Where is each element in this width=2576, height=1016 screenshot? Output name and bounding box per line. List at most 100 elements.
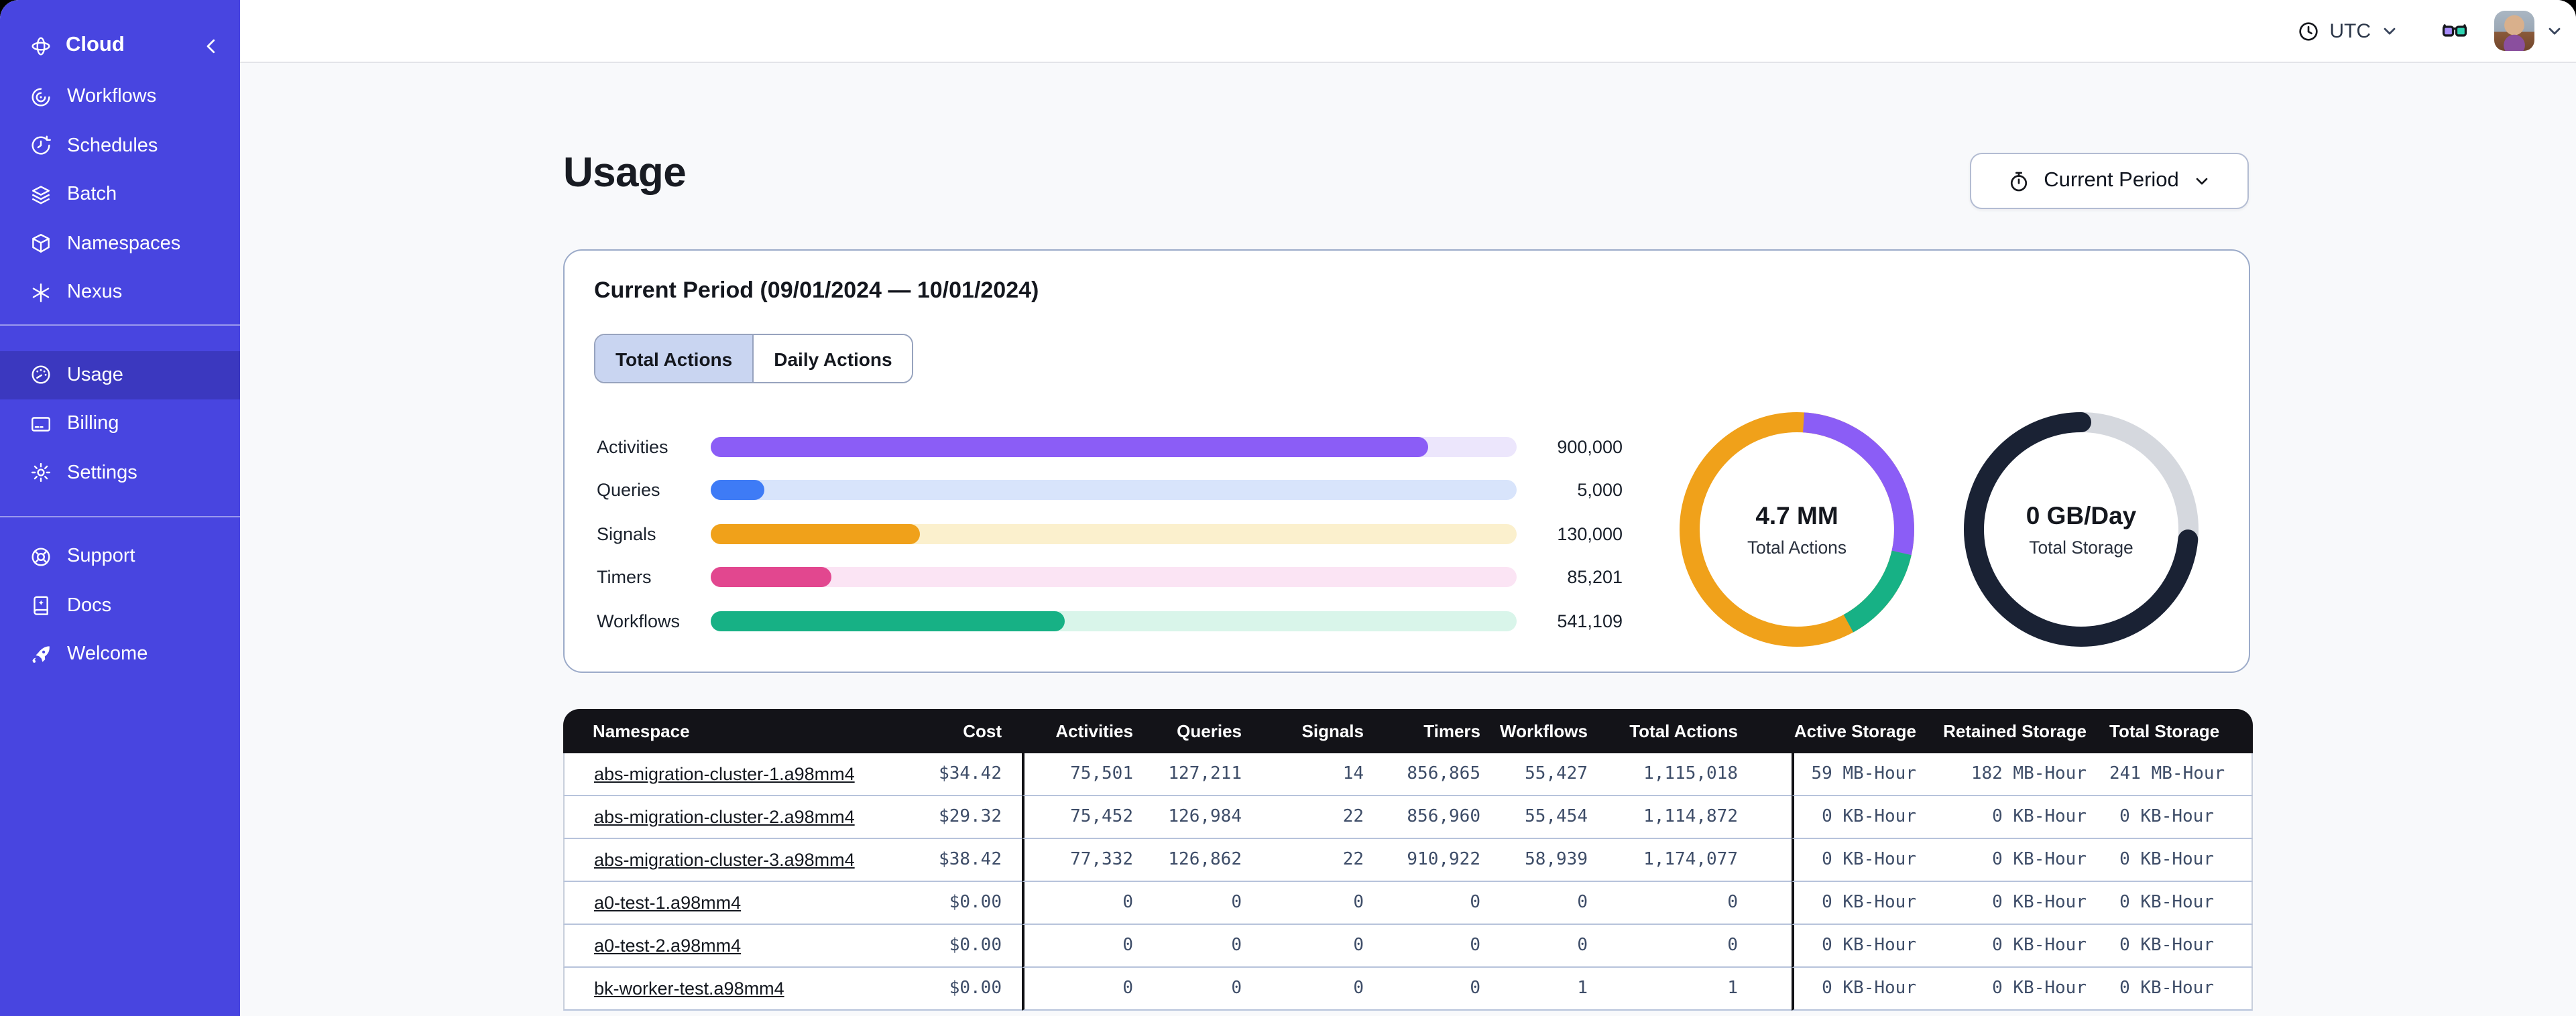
table-row: a0-test-1.a98mm4 $0.00 0 0 0 0 0 0 0 KB-Hour 0 KB… <box>563 882 2253 925</box>
sidebar: Cloud Workflows Schedules Batch Namespaces N… <box>0 0 240 1016</box>
value-cell: 126,862 <box>1136 839 1244 882</box>
welcome-icon <box>30 643 52 666</box>
value-cell: $29.32 <box>925 796 1022 839</box>
sidebar-item-namespaces[interactable]: Namespaces <box>0 219 240 268</box>
sidebar-item-welcome[interactable]: Welcome <box>0 630 240 679</box>
namespace-cell: a0-test-1.a98mm4 <box>563 882 925 925</box>
table-row: abs-migration-cluster-2.a98mm4 $29.32 75,4… <box>563 796 2253 839</box>
total-actions-value: 4.7 MM <box>1755 501 1838 529</box>
value-cell: 0 KB-Hour <box>1938 839 2109 882</box>
sidebar-item-label: Docs <box>67 594 112 617</box>
value-cell: $0.00 <box>925 968 1022 1011</box>
value-cell: 59 MB-Hour <box>1792 753 1938 796</box>
clock-icon <box>2297 19 2320 42</box>
table-row: abs-migration-cluster-1.a98mm4 $34.42 75,5… <box>563 753 2253 796</box>
total-storage-value: 0 GB/Day <box>2026 501 2137 529</box>
column-header-total-actions: Total Actions <box>1590 709 1792 753</box>
account-menu-chevron-icon[interactable] <box>2545 21 2564 40</box>
namespace-link[interactable]: a0-test-2.a98mm4 <box>594 936 741 956</box>
value-cell: 0 <box>1590 925 1792 968</box>
sidebar-item-label: Usage <box>67 364 123 386</box>
schedules-icon <box>30 135 52 157</box>
namespace-cell: a0-test-2.a98mm4 <box>563 925 925 968</box>
stopwatch-icon <box>2007 170 2030 192</box>
sidebar-item-billing[interactable]: Billing <box>0 399 240 448</box>
value-cell: 0 KB-Hour <box>2109 968 2253 1011</box>
bar-row-activities: Activities 900,000 <box>597 436 1623 457</box>
sidebar-item-workflows[interactable]: Workflows <box>0 72 240 121</box>
value-cell: $34.42 <box>925 753 1022 796</box>
namespace-usage-table: Namespace Cost Activities Queries Signals Tim… <box>563 709 2253 1011</box>
total-storage-donut: 0 GB/Day Total Storage <box>1960 409 2202 650</box>
value-cell: 14 <box>1244 753 1366 796</box>
bar-label: Workflows <box>597 611 681 631</box>
value-cell: 55,427 <box>1483 753 1590 796</box>
bar-track <box>711 480 1517 500</box>
sidebar-nav-footer: Support Docs Welcome <box>0 532 240 679</box>
batch-icon <box>30 184 52 206</box>
value-cell: 126,984 <box>1136 796 1244 839</box>
namespace-link[interactable]: abs-migration-cluster-1.a98mm4 <box>594 764 855 784</box>
sidebar-item-schedules[interactable]: Schedules <box>0 121 240 170</box>
tab-daily-actions[interactable]: Daily Actions <box>752 335 913 382</box>
period-selector-button[interactable]: Current Period <box>1970 153 2249 209</box>
namespace-link[interactable]: a0-test-1.a98mm4 <box>594 893 741 913</box>
timezone-dropdown[interactable]: UTC <box>2297 19 2399 42</box>
user-avatar[interactable] <box>2494 11 2534 51</box>
value-cell: 0 <box>1483 925 1590 968</box>
bar-row-queries: Queries 5,000 <box>597 479 1623 501</box>
sidebar-item-batch[interactable]: Batch <box>0 170 240 219</box>
value-cell: 910,922 <box>1366 839 1483 882</box>
support-icon <box>30 546 52 568</box>
bar-fill <box>711 567 832 587</box>
column-header-queries: Queries <box>1136 709 1244 753</box>
sidebar-item-nexus[interactable]: Nexus <box>0 268 240 317</box>
bar-track <box>711 436 1517 456</box>
total-actions-donut: 4.7 MM Total Actions <box>1676 409 1918 650</box>
sidebar-item-settings[interactable]: Settings <box>0 448 240 497</box>
sidebar-item-docs[interactable]: Docs <box>0 581 240 630</box>
namespace-cell: bk-worker-test.a98mm4 <box>563 968 925 1011</box>
sidebar-nav-main: Workflows Schedules Batch Namespaces Nexus <box>0 72 240 317</box>
main-area: UTC Usage Current Period Current Period … <box>240 0 2576 1016</box>
brand-label: Cloud <box>66 34 125 56</box>
bar-value: 85,201 <box>1567 567 1623 587</box>
namespace-link[interactable]: abs-migration-cluster-3.a98mm4 <box>594 850 855 870</box>
value-cell: 241 MB-Hour <box>2109 753 2253 796</box>
value-cell: $38.42 <box>925 839 1022 882</box>
column-header-retained-storage: Retained Storage <box>1938 709 2109 753</box>
value-cell: 0 KB-Hour <box>1792 796 1938 839</box>
sidebar-item-usage[interactable]: Usage <box>0 351 240 399</box>
column-header-signals: Signals <box>1244 709 1366 753</box>
sidebar-divider <box>0 324 240 325</box>
sidebar-item-support[interactable]: Support <box>0 532 240 581</box>
namespace-link[interactable]: abs-migration-cluster-2.a98mm4 <box>594 807 855 827</box>
column-header-namespace: Namespace <box>563 709 925 753</box>
tab-total-actions[interactable]: Total Actions <box>595 335 753 382</box>
value-cell: 0 <box>1136 882 1244 925</box>
sidebar-item-label: Support <box>67 546 135 568</box>
bar-label: Signals <box>597 523 656 544</box>
value-cell: 58,939 <box>1483 839 1590 882</box>
value-cell: 0 <box>1244 925 1366 968</box>
usage-summary-card: Current Period (09/01/2024 — 10/01/2024)… <box>563 249 2250 673</box>
chevron-down-icon <box>2192 172 2211 190</box>
value-cell: 0 KB-Hour <box>1792 839 1938 882</box>
bar-fill <box>711 436 1428 456</box>
usage-card-title: Current Period (09/01/2024 — 10/01/2024) <box>594 277 1039 303</box>
bar-fill <box>711 611 1065 631</box>
value-cell: 0 KB-Hour <box>2109 882 2253 925</box>
value-cell: 0 <box>1366 882 1483 925</box>
settings-icon <box>30 462 52 485</box>
bar-track <box>711 523 1517 544</box>
value-cell: 0 <box>1366 968 1483 1011</box>
column-header-cost: Cost <box>925 709 1022 753</box>
sidebar-divider <box>0 516 240 517</box>
feedback-glasses-icon[interactable] <box>2441 17 2469 45</box>
value-cell: 0 KB-Hour <box>1938 968 2109 1011</box>
table-row: a0-test-2.a98mm4 $0.00 0 0 0 0 0 0 0 KB-Hour 0 KB… <box>563 925 2253 968</box>
namespace-link[interactable]: bk-worker-test.a98mm4 <box>594 978 784 999</box>
page-title: Usage <box>563 149 687 196</box>
value-cell: 1 <box>1483 968 1590 1011</box>
sidebar-collapse-icon[interactable] <box>201 36 221 56</box>
